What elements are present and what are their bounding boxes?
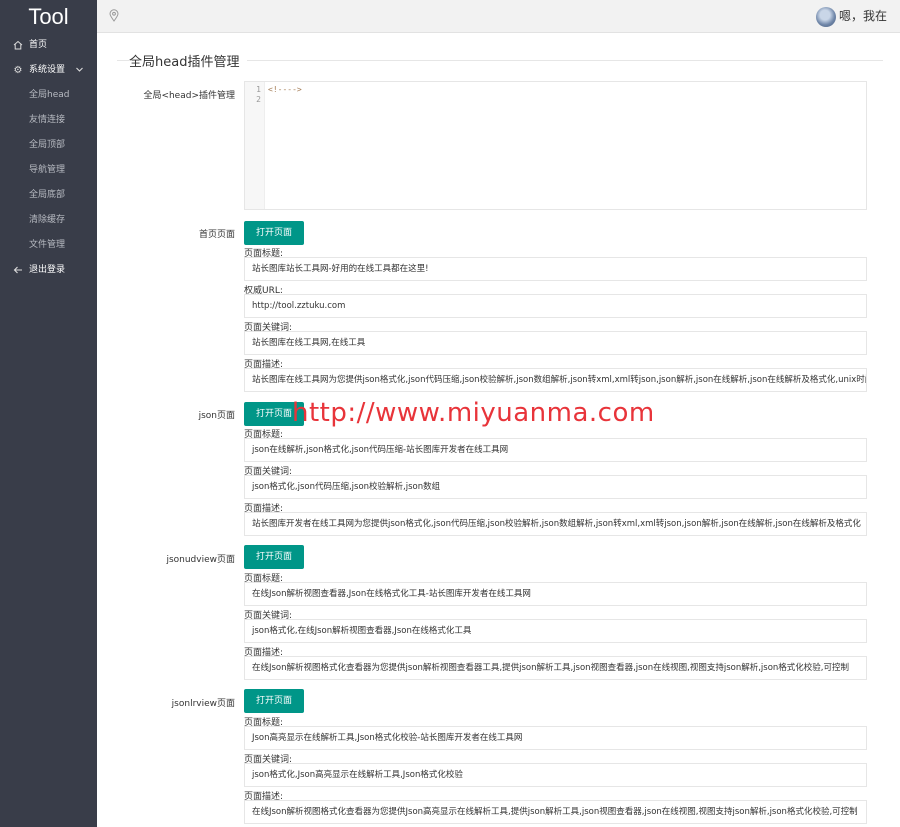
editor-code[interactable]: <!----> [268,85,302,95]
sidebar-item-settings[interactable]: ⚙ 系统设置 [0,58,97,83]
keywords-input[interactable]: json格式化,在线Json解析视图查看器,Json在线格式化工具 [244,619,867,643]
sidebar-subitem-files[interactable]: 文件管理 [0,233,97,258]
title-input[interactable]: json在线解析,json格式化,json代码压缩-站长图库开发者在线工具网 [244,438,867,462]
open-page-button[interactable]: 打开页面 [244,689,304,713]
title-input[interactable]: 站长图库站长工具网-好用的在线工具都在这里! [244,257,867,281]
code-editor[interactable]: 1 2 <!----> [244,81,867,210]
sidebar: Tool 首页 ⚙ 系统设置 全局head 友情连接 全局顶部 导航管理 全局底… [0,0,97,827]
sidebar-item-home[interactable]: 首页 [0,33,97,58]
line-number: 2 [256,95,261,104]
title-input[interactable]: Json高亮显示在线解析工具,Json格式化校验-站长图库开发者在线工具网 [244,726,867,750]
keywords-input[interactable]: 站长图库在线工具网,在线工具 [244,331,867,355]
page-title: 全局head插件管理 [129,51,248,70]
location-icon[interactable] [109,9,119,23]
editor-gutter: 1 2 [245,82,265,209]
keywords-input[interactable]: json格式化,Json高亮显示在线解析工具,Json格式化校验 [244,763,867,787]
head-plugin-label: 全局<head>插件管理 [143,91,235,101]
user-greeting: 嗯，我在 [838,9,887,23]
sidebar-item-label: 退出登录 [29,265,66,275]
gear-icon: ⚙ [13,65,23,76]
sidebar-item-logout[interactable]: 退出登录 [0,258,97,283]
arrow-left-icon [12,258,24,283]
top-header: 嗯，我在 [97,0,900,33]
description-input[interactable]: 站长图库开发者在线工具网为您提供json格式化,json代码压缩,json校验解… [244,512,867,536]
sidebar-subitem-nav[interactable]: 导航管理 [0,158,97,183]
description-input[interactable]: 站长图库在线工具网为您提供json格式化,json代码压缩,json校验解析,j… [244,368,867,392]
home-icon [12,33,24,58]
keywords-input[interactable]: json格式化,json代码压缩,json校验解析,json数组 [244,475,867,499]
sidebar-subitem-links[interactable]: 友情连接 [0,108,97,133]
sidebar-item-label: 首页 [29,40,48,50]
avatar [815,6,836,27]
sidebar-subitem-footer[interactable]: 全局底部 [0,183,97,208]
app-logo: Tool [28,4,69,29]
user-menu[interactable]: 嗯，我在 [815,5,887,27]
description-input[interactable]: 在线Json解析视图格式化查看器为您提供Json高亮显示在线解析工具,提供jso… [244,800,867,824]
line-number: 1 [256,85,261,94]
open-page-button[interactable]: 打开页面 [244,221,304,245]
page-name-label: jsonlrview页面 [171,699,235,709]
main-content: 全局head插件管理 全局<head>插件管理 1 2 <!----> 首页页面… [97,33,900,827]
chevron-down-icon [75,58,84,83]
watermark-text: http://www.miyuanma.com [292,398,655,428]
sidebar-item-label: 系统设置 [29,65,66,75]
page-name-label: jsonudview页面 [166,555,235,565]
page-name-label: json页面 [198,411,235,421]
settings-submenu: 全局head 友情连接 全局顶部 导航管理 全局底部 清除缓存 文件管理 [0,83,97,258]
description-input[interactable]: 在线Json解析视图格式化查看器为您提供json解析视图查看器工具,提供json… [244,656,867,680]
url-input[interactable]: http://tool.zztuku.com [244,294,867,318]
title-input[interactable]: 在线Json解析视图查看器,Json在线格式化工具-站长图库开发者在线工具网 [244,582,867,606]
sidebar-subitem-head[interactable]: 全局head [0,83,97,108]
sidebar-subitem-top[interactable]: 全局顶部 [0,133,97,158]
open-page-button[interactable]: 打开页面 [244,545,304,569]
page-name-label: 首页页面 [198,230,235,240]
sidebar-subitem-cache[interactable]: 清除缓存 [0,208,97,233]
